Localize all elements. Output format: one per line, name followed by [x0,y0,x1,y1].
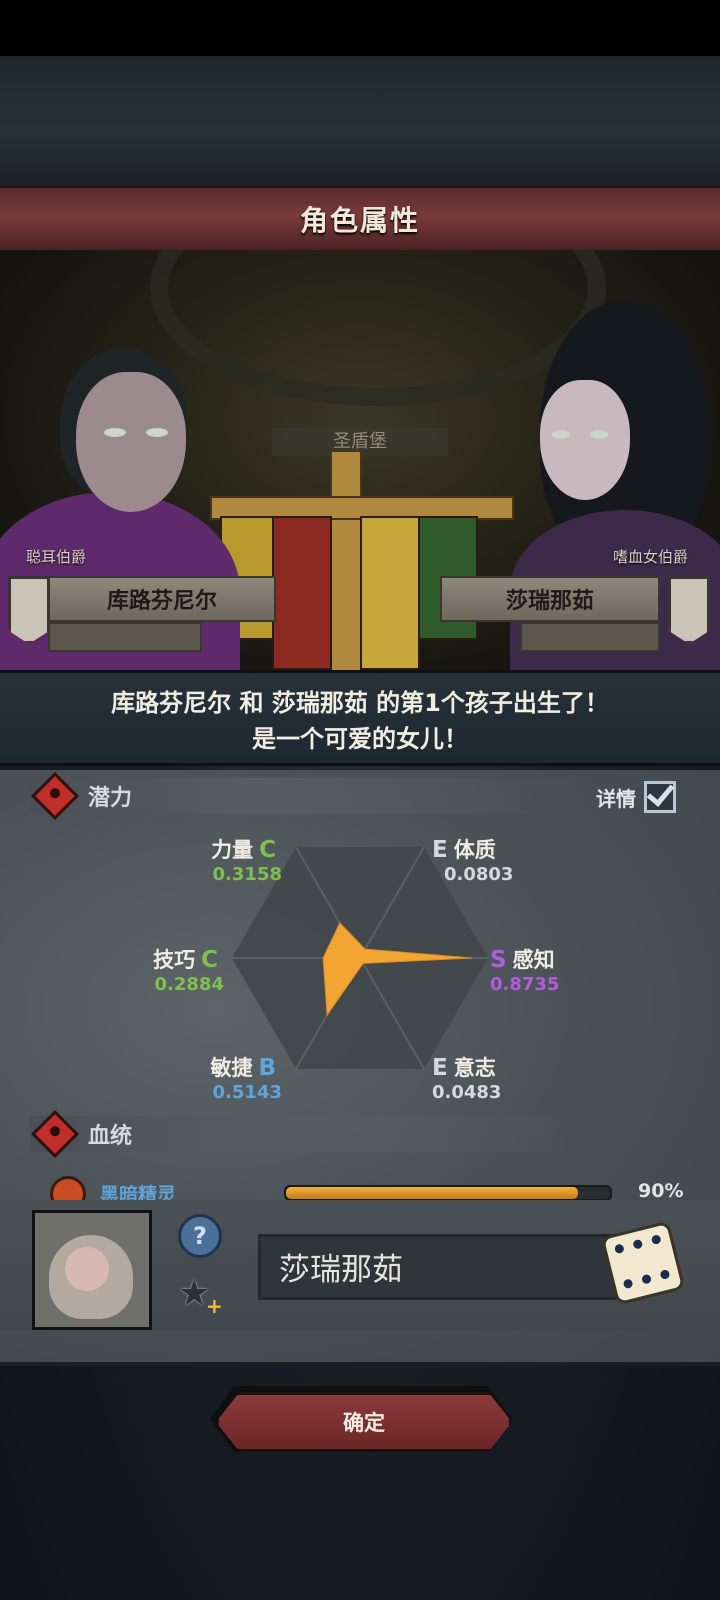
skill-value: 0.2884 [154,974,224,995]
stat-agility: 敏捷 B 0.5143 [196,1052,282,1103]
mother-name: 莎瑞那茹 [440,576,660,622]
detail-label: 详情 [596,786,636,811]
father-crest-icon [8,576,50,644]
child-area: ? ★ + 莎瑞那茹 [0,1200,720,1330]
constitution-value: 0.0803 [444,864,514,885]
bloodline-icon [30,1109,80,1159]
bloodline-heading: 血统 [88,1124,133,1149]
will-grade: E [432,1055,448,1081]
banner-pole [330,450,362,670]
detail-toggle[interactable]: 详情 [596,781,676,813]
title-banner: 角色属性 [0,186,720,252]
confirm-button[interactable]: 确定 [216,1392,512,1452]
stat-perception: S 感知 0.8735 [490,944,580,995]
strength-grade: C [259,837,276,863]
bloodline-percent: 90% [638,1180,684,1202]
will-value: 0.0483 [432,1082,502,1103]
banner-flag-gold [360,516,420,670]
status-bar [0,0,720,56]
potential-icon [30,771,80,821]
bloodline-bar [284,1185,612,1201]
child-name-field[interactable]: 莎瑞那茹 [258,1234,636,1300]
stat-strength: 力量 C 0.3158 [198,834,282,885]
parents-scene: 圣盾堡 聪耳伯爵 嗜血女伯爵 库路芬尼尔 莎瑞那茹 [0,250,720,670]
agility-value: 0.5143 [212,1082,282,1103]
page-title: 角色属性 [299,204,420,237]
perception-grade: S [490,947,507,973]
stat-will: E 意志 0.0483 [432,1052,522,1103]
skill-grade: C [201,947,218,973]
bloodline-bar-fill [286,1187,578,1199]
agility-grade: B [258,1055,276,1081]
potential-header: 潜力 [30,771,590,821]
child-portrait[interactable] [32,1210,152,1330]
father-name: 库路芬尼尔 [48,576,276,622]
mother-title: 嗜血女伯爵 [612,548,688,566]
banner-flag-red [272,516,332,670]
stat-constitution: E 体质 0.0803 [432,834,522,885]
help-icon[interactable]: ? [178,1214,222,1258]
birth-announcement: 库路芬尼尔 和 莎瑞那茹 的第1个孩子出生了！ 是一个可爱的女儿！ [0,670,720,766]
father-title: 聪耳伯爵 [26,548,87,566]
strength-value: 0.3158 [212,864,282,885]
announcement-line-1: 库路芬尼尔 和 莎瑞那茹 的第1个孩子出生了！ [111,689,609,717]
mother-crest-icon [668,576,710,644]
announcement-line-2: 是一个可爱的女儿！ [252,725,468,753]
detail-checkbox[interactable] [644,781,676,813]
banner-frame [200,450,520,670]
attributes-panel: 潜力 详情 力量 C 0.3158 E 体质 0.0803 S 感知 0.8735 E… [0,770,720,1366]
plus-icon: + [206,1294,223,1318]
potential-heading: 潜力 [88,786,133,811]
bloodline-header: 血统 [30,1109,590,1159]
constitution-grade: E [432,837,448,863]
stat-skill: 技巧 C 0.2884 [140,944,224,995]
perception-value: 0.8735 [490,974,560,995]
